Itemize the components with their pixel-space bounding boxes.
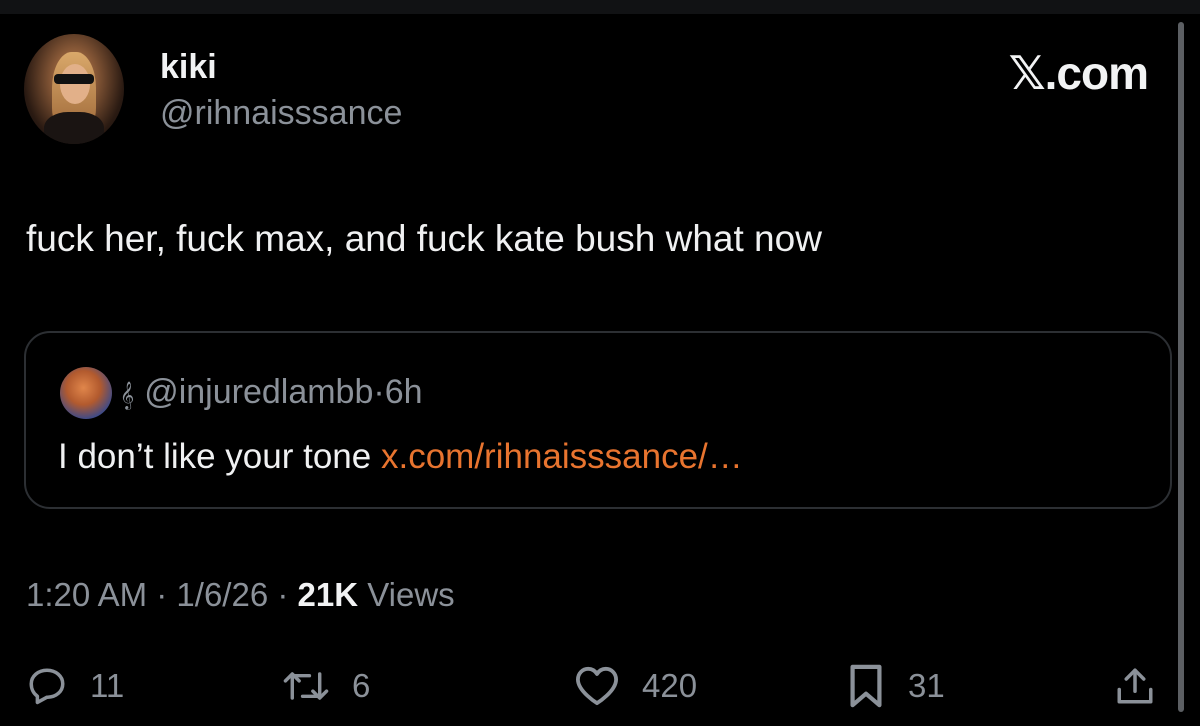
quote-meta: 𝄞 @injuredlambb·6h — [120, 373, 423, 412]
like-count: 420 — [642, 667, 698, 704]
views-label: Views — [367, 576, 455, 613]
quote-author-avatar[interactable] — [60, 367, 112, 419]
bookmark-count: 31 — [908, 667, 945, 704]
quote-link[interactable]: x.com/rihnaisssance/… — [381, 437, 743, 476]
quote-time: 6h — [384, 373, 423, 411]
author-avatar[interactable] — [24, 34, 124, 144]
top-bar — [0, 0, 1200, 14]
treble-clef-icon: 𝄞 — [120, 382, 135, 409]
tweet-time: 1:20 AM — [26, 576, 148, 613]
views-count: 21K — [297, 576, 359, 613]
quote-author-handle[interactable]: @injuredlambb — [144, 373, 373, 411]
action-bar: 11 6 420 31 — [0, 656, 1200, 716]
scrollbar[interactable] — [1178, 22, 1184, 712]
reply-count: 11 — [90, 667, 125, 704]
repost-count: 6 — [352, 667, 371, 704]
separator: · — [156, 576, 168, 613]
author-handle[interactable]: @rihnaisssance — [160, 94, 402, 133]
x-logo: 𝕏.com — [1008, 47, 1149, 99]
reply-icon — [29, 668, 65, 705]
heart-icon — [576, 666, 618, 706]
share-button[interactable] — [1114, 656, 1156, 716]
share-icon — [1117, 668, 1153, 704]
bookmark-button[interactable]: 31 — [846, 656, 945, 716]
bookmark-icon — [850, 664, 882, 708]
repost-button[interactable]: 6 — [282, 656, 370, 716]
repost-icon — [283, 672, 329, 700]
separator: · — [277, 576, 289, 613]
author-name[interactable]: kiki — [160, 48, 217, 87]
tweet-meta: 1:20 AM · 1/6/26 · 21K Views — [26, 576, 455, 614]
like-button[interactable]: 420 — [574, 656, 697, 716]
tweet-date: 1/6/26 — [176, 576, 269, 613]
quote-tweet-card[interactable]: 𝄞 @injuredlambb·6h I don’t like your tone… — [24, 331, 1172, 509]
quote-text: I don’t like your tone x.com/rihnaisssan… — [58, 437, 743, 477]
separator: · — [373, 373, 385, 411]
reply-button[interactable]: 11 — [26, 656, 124, 716]
tweet-text: fuck her, fuck max, and fuck kate bush w… — [26, 218, 822, 259]
quote-body: I don’t like your tone — [58, 437, 372, 476]
